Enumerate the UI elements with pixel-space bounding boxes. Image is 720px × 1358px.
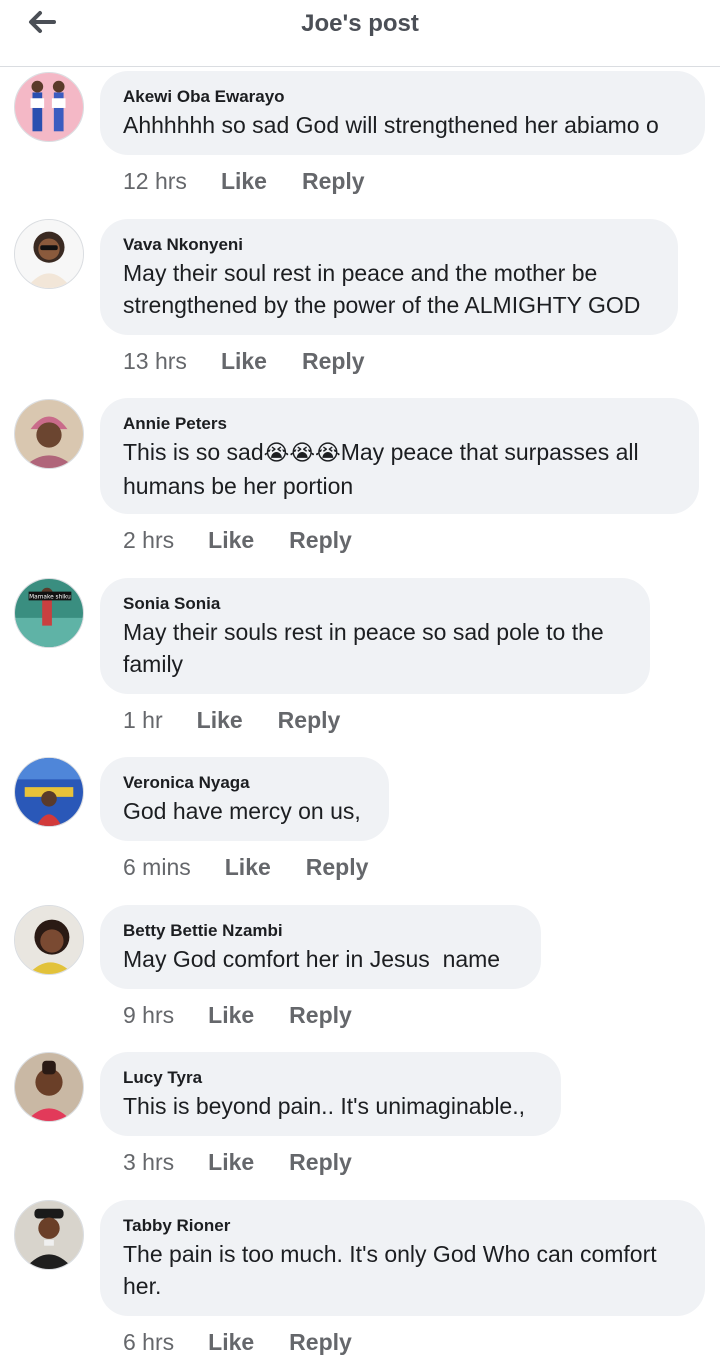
like-button[interactable]: Like [197, 707, 243, 734]
reply-button[interactable]: Reply [302, 168, 365, 195]
reply-button[interactable]: Reply [278, 707, 341, 734]
comment-actions: 12 hrs Like Reply [123, 165, 365, 197]
reply-button[interactable]: Reply [289, 1002, 352, 1029]
avatar[interactable] [14, 399, 84, 469]
like-button[interactable]: Like [221, 348, 267, 375]
comment-bubble: Betty Bettie Nzambi May God comfort her … [100, 905, 541, 989]
comment-time[interactable]: 2 hrs [123, 527, 174, 554]
comment-actions: 2 hrs Like Reply [123, 524, 352, 556]
comment-actions: 6 hrs Like Reply [123, 1326, 352, 1358]
comment-bubble: Akewi Oba Ewarayo Ahhhhhh so sad God wil… [100, 71, 705, 155]
comment-author[interactable]: Annie Peters [123, 412, 677, 436]
comment-author[interactable]: Veronica Nyaga [123, 771, 367, 795]
comment-author[interactable]: Lucy Tyra [123, 1066, 539, 1090]
avatar-caption: Mamake shiku [29, 594, 71, 600]
like-button[interactable]: Like [225, 854, 271, 881]
reply-button[interactable]: Reply [302, 348, 365, 375]
reply-button[interactable]: Reply [289, 1149, 352, 1176]
comment-bubble: Vava Nkonyeni May their soul rest in pea… [100, 219, 678, 335]
comment-bubble: Veronica Nyaga God have mercy on us, [100, 757, 389, 841]
comment-text-part: This is so sad [123, 439, 264, 465]
comment-bubble: Lucy Tyra This is beyond pain.. It's uni… [100, 1052, 561, 1136]
comment-text: The pain is too much. It's only God Who … [123, 1241, 664, 1299]
like-button[interactable]: Like [208, 527, 254, 554]
comment-time[interactable]: 3 hrs [123, 1149, 174, 1176]
comment-time[interactable]: 12 hrs [123, 168, 187, 195]
reply-button[interactable]: Reply [289, 1329, 352, 1356]
comment-bubble: Tabby Rioner The pain is too much. It's … [100, 1200, 705, 1316]
avatar[interactable] [14, 1200, 84, 1270]
like-button[interactable]: Like [221, 168, 267, 195]
comment-time[interactable]: 9 hrs [123, 1002, 174, 1029]
like-button[interactable]: Like [208, 1002, 254, 1029]
avatar[interactable] [14, 72, 84, 142]
comment-text: God have mercy on us, [123, 798, 361, 824]
comment-bubble: Annie Peters This is so sad😭😭😭May peace … [100, 398, 699, 514]
comment-actions: 13 hrs Like Reply [123, 345, 365, 377]
comment-actions: 1 hr Like Reply [123, 704, 340, 736]
like-button[interactable]: Like [208, 1149, 254, 1176]
comment-actions: 6 mins Like Reply [123, 851, 368, 883]
comment-text: May their souls rest in peace so sad pol… [123, 619, 611, 677]
crying-face-emoji: 😭😭😭 [263, 441, 341, 466]
comment-text: This is so sad😭😭😭May peace that surpasse… [123, 436, 677, 502]
reply-button[interactable]: Reply [306, 854, 369, 881]
reply-button[interactable]: Reply [289, 527, 352, 554]
page-title: Joe's post [301, 10, 419, 37]
comment-time[interactable]: 1 hr [123, 707, 163, 734]
avatar[interactable] [14, 219, 84, 289]
comment-author[interactable]: Vava Nkonyeni [123, 233, 656, 257]
comment-author[interactable]: Tabby Rioner [123, 1214, 683, 1238]
comment-text: May God comfort her in Jesus name [123, 946, 501, 972]
comment-bubble: Sonia Sonia May their souls rest in peac… [100, 578, 650, 694]
comment-author[interactable]: Akewi Oba Ewarayo [123, 85, 683, 109]
comment-author[interactable]: Betty Bettie Nzambi [123, 919, 519, 943]
comment-text: This is beyond pain.. It's unimaginable.… [123, 1093, 526, 1119]
top-bar: Joe's post [0, 0, 720, 67]
comment-actions: 9 hrs Like Reply [123, 999, 352, 1031]
comment-time[interactable]: 6 hrs [123, 1329, 174, 1356]
avatar[interactable]: Mamake shiku [14, 578, 84, 648]
comment-author[interactable]: Sonia Sonia [123, 592, 628, 616]
comment-time[interactable]: 13 hrs [123, 348, 187, 375]
comment-actions: 3 hrs Like Reply [123, 1146, 352, 1178]
comment-text: Ahhhhhh so sad God will strengthened her… [123, 112, 659, 138]
comment-time[interactable]: 6 mins [123, 854, 191, 881]
avatar[interactable] [14, 757, 84, 827]
like-button[interactable]: Like [208, 1329, 254, 1356]
comment-text: May their soul rest in peace and the mot… [123, 260, 641, 318]
avatar[interactable] [14, 1052, 84, 1122]
avatar[interactable] [14, 905, 84, 975]
